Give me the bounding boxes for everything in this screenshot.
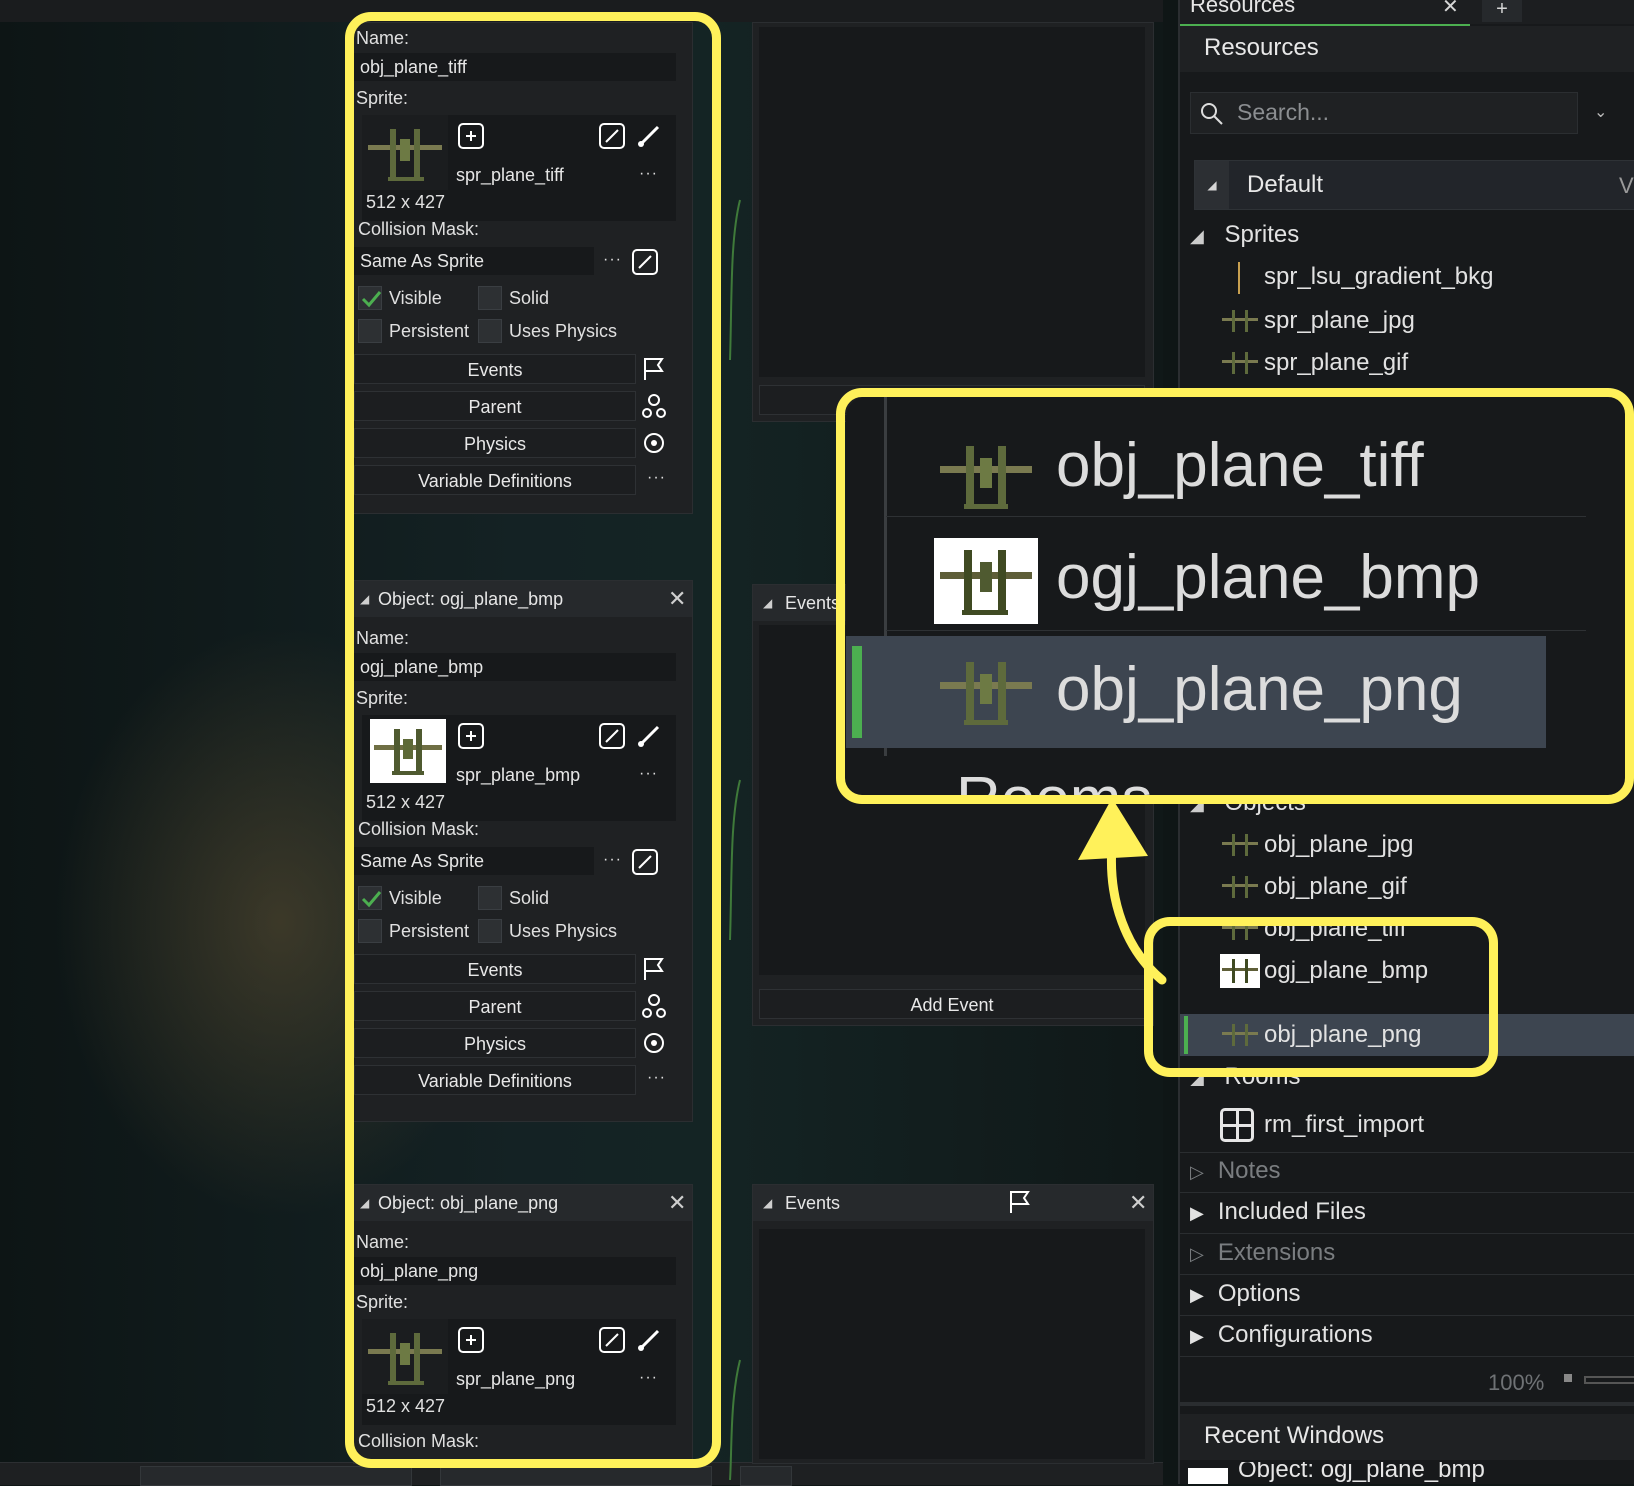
events-title-bar: ◢ Events ✕ xyxy=(753,1185,1153,1221)
item-label: spr_plane_gif xyxy=(1264,349,1409,376)
highlight-tree-objects xyxy=(1144,917,1498,1077)
close-icon[interactable]: ✕ xyxy=(1129,1185,1147,1221)
resources-tabbar: Resources ✕ + xyxy=(1180,0,1634,26)
folder-notes[interactable]: ▷ Notes xyxy=(1190,1150,1281,1192)
plane-icon xyxy=(1222,310,1258,332)
bottom-tab-2[interactable] xyxy=(440,1466,712,1486)
chevron-down-icon[interactable]: ⌄ xyxy=(1594,102,1607,122)
folder-sprites[interactable]: ◢ Sprites xyxy=(1190,214,1299,256)
bottom-tab-1[interactable] xyxy=(140,1466,412,1486)
plane-icon xyxy=(1222,834,1258,856)
folder-label: Configurations xyxy=(1217,1321,1373,1348)
collapsed-triangle-icon: ▶ xyxy=(1190,1326,1204,1346)
highlight-object-panels xyxy=(345,12,721,1468)
plane-icon xyxy=(1222,352,1258,374)
collapsed-triangle-icon: ▷ xyxy=(1190,1244,1204,1264)
events-title: Events xyxy=(785,1193,841,1213)
recent-item-label: Object: ogj_plane_bmp xyxy=(1238,1462,1485,1483)
events-panel-3: ◢ Events ✕ xyxy=(752,1184,1154,1464)
recent-item[interactable]: Object: ogj_plane_bmp xyxy=(1180,1462,1634,1484)
divider xyxy=(1180,1356,1634,1357)
tree-item-object[interactable]: obj_plane_jpg xyxy=(1264,824,1413,866)
tree-item-sprite[interactable]: spr_lsu_gradient_bkg xyxy=(1264,256,1494,298)
divider xyxy=(1180,1402,1634,1406)
search-placeholder: Search... xyxy=(1237,99,1330,125)
close-tab-icon[interactable]: ✕ xyxy=(1442,0,1459,19)
collapse-icon[interactable]: ◢ xyxy=(1195,161,1229,209)
search-icon xyxy=(1201,103,1223,125)
events-panel-1 xyxy=(752,22,1154,422)
events-list xyxy=(759,27,1145,377)
zoom-slider[interactable] xyxy=(1584,1376,1634,1384)
zoom-level: 100% xyxy=(1488,1370,1545,1395)
tree-item-object[interactable]: obj_plane_gif xyxy=(1264,866,1407,908)
search-box[interactable]: Search... xyxy=(1190,92,1578,134)
collapse-icon[interactable]: ◢ xyxy=(763,585,772,621)
plane-icon xyxy=(1222,876,1258,898)
group-label: Default xyxy=(1247,171,1324,198)
collapse-icon[interactable]: ◢ xyxy=(763,1185,772,1221)
item-label: spr_lsu_gradient_bkg xyxy=(1264,263,1494,290)
recent-windows-header: Recent Windows xyxy=(1180,1414,1634,1460)
item-label: obj_plane_gif xyxy=(1264,873,1407,900)
room-icon xyxy=(1220,1108,1254,1142)
resources-tab[interactable]: Resources ✕ xyxy=(1180,0,1470,26)
plane-icon-bmp xyxy=(1188,1468,1228,1484)
item-label: spr_plane_jpg xyxy=(1264,307,1415,334)
gradient-sprite-icon xyxy=(1238,262,1240,294)
tree-item-sprite[interactable]: spr_plane_gif xyxy=(1264,342,1408,384)
events-list xyxy=(759,1229,1145,1459)
add-event-button[interactable]: Add Event xyxy=(759,989,1145,1019)
folder-label: Notes xyxy=(1217,1157,1281,1184)
zoom-marker xyxy=(1564,1374,1572,1382)
folder-label: Extensions xyxy=(1217,1239,1336,1266)
resources-title: Resources xyxy=(1204,34,1319,61)
folder-label: Options xyxy=(1217,1280,1301,1307)
collapsed-triangle-icon: ▶ xyxy=(1190,1203,1204,1223)
item-label: rm_first_import xyxy=(1264,1111,1425,1138)
collapsed-triangle-icon: ▶ xyxy=(1190,1285,1204,1305)
resources-header: Resources xyxy=(1180,26,1634,72)
folder-configurations[interactable]: ▶ Configurations xyxy=(1190,1314,1373,1356)
folder-included-files[interactable]: ▶ Included Files xyxy=(1190,1191,1366,1233)
callout-arrow xyxy=(1078,798,1167,985)
flag-icon[interactable] xyxy=(1007,1189,1033,1227)
folder-extensions[interactable]: ▷ Extensions xyxy=(1190,1232,1335,1274)
collapsed-triangle-icon: ▷ xyxy=(1190,1162,1204,1182)
events-title: Events xyxy=(785,593,841,613)
group-suffix: V xyxy=(1619,173,1634,198)
resources-tab-label: Resources xyxy=(1190,0,1296,17)
add-tab-button[interactable]: + xyxy=(1482,0,1522,22)
highlight-zoom-callout xyxy=(836,388,1634,804)
folder-options[interactable]: ▶ Options xyxy=(1190,1273,1301,1315)
expanded-triangle-icon: ◢ xyxy=(1190,226,1204,246)
tree-item-room[interactable]: rm_first_import xyxy=(1264,1104,1424,1146)
recent-windows-title: Recent Windows xyxy=(1204,1422,1385,1449)
folder-label: Included Files xyxy=(1217,1198,1366,1225)
tree-item-sprite[interactable]: spr_plane_jpg xyxy=(1264,300,1415,342)
group-selector[interactable]: ◢ Default V xyxy=(1194,160,1634,210)
item-label: obj_plane_jpg xyxy=(1264,831,1414,858)
folder-label: Sprites xyxy=(1224,221,1300,248)
